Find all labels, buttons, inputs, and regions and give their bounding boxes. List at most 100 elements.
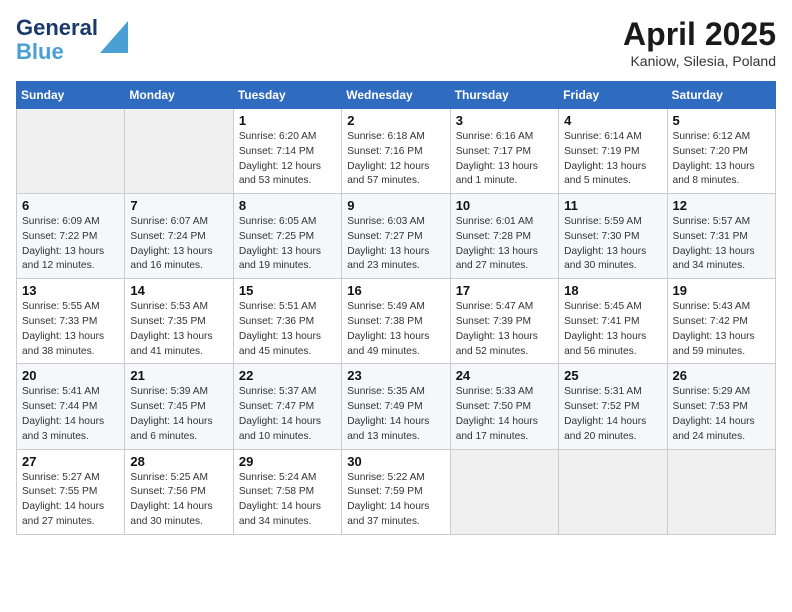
column-header-sunday: Sunday [17,82,125,109]
calendar-cell: 18 Sunrise: 5:45 AMSunset: 7:41 PMDayligh… [559,279,667,364]
column-header-wednesday: Wednesday [342,82,450,109]
calendar-cell: 11Sunrise: 5:59 AMSunset: 7:30 PMDayligh… [559,194,667,279]
calendar-cell: 15Sunrise: 5:51 AMSunset: 7:36 PMDayligh… [233,279,341,364]
calendar-cell: 24 Sunrise: 5:33 AMSunset: 7:50 PMDayligh… [450,364,558,449]
day-detail: Sunrise: 5:41 AMSunset: 7:44 PMDaylight:… [22,385,119,444]
logo-icon [100,17,128,53]
day-detail: Sunrise: 5:27 AMSunset: 7:55 PMDaylight:… [22,471,119,530]
column-header-saturday: Saturday [667,82,775,109]
day-number: 9 [347,198,444,213]
day-detail: Sunrise: 6:01 AMSunset: 7:28 PMDaylight:… [456,215,553,274]
calendar-cell: 21Sunrise: 5:39 AMSunset: 7:45 PMDayligh… [125,364,233,449]
day-number: 5 [673,113,770,128]
calendar-week-row: 20 Sunrise: 5:41 AMSunset: 7:44 PMDayligh… [17,364,776,449]
day-number: 13 [22,283,119,298]
calendar-week-row: 1 Sunrise: 6:20 AMSunset: 7:14 PMDaylight… [17,109,776,194]
day-detail: Sunrise: 6:20 AMSunset: 7:14 PMDaylight:… [239,130,336,189]
day-detail: Sunrise: 5:49 AMSunset: 7:38 PMDaylight:… [347,300,444,359]
calendar-cell: 8 Sunrise: 6:05 AMSunset: 7:25 PMDaylight… [233,194,341,279]
calendar-cell [450,449,558,534]
day-detail: Sunrise: 5:45 AMSunset: 7:41 PMDaylight:… [564,300,661,359]
day-detail: Sunrise: 5:37 AMSunset: 7:47 PMDaylight:… [239,385,336,444]
calendar-cell: 28Sunrise: 5:25 AMSunset: 7:56 PMDayligh… [125,449,233,534]
calendar-cell: 20 Sunrise: 5:41 AMSunset: 7:44 PMDayligh… [17,364,125,449]
day-number: 30 [347,454,444,469]
calendar-cell [667,449,775,534]
calendar-cell: 5 Sunrise: 6:12 AMSunset: 7:20 PMDaylight… [667,109,775,194]
day-number: 14 [130,283,227,298]
day-number: 26 [673,368,770,383]
day-detail: Sunrise: 5:57 AMSunset: 7:31 PMDaylight:… [673,215,770,274]
day-detail: Sunrise: 6:05 AMSunset: 7:25 PMDaylight:… [239,215,336,274]
day-number: 17 [456,283,553,298]
column-header-tuesday: Tuesday [233,82,341,109]
calendar-cell: 29 Sunrise: 5:24 AMSunset: 7:58 PMDayligh… [233,449,341,534]
calendar-cell: 22 Sunrise: 5:37 AMSunset: 7:47 PMDayligh… [233,364,341,449]
day-number: 27 [22,454,119,469]
day-number: 3 [456,113,553,128]
calendar-cell: 26 Sunrise: 5:29 AMSunset: 7:53 PMDayligh… [667,364,775,449]
title-block: April 2025 Kaniow, Silesia, Poland [623,16,776,69]
calendar-week-row: 27 Sunrise: 5:27 AMSunset: 7:55 PMDayligh… [17,449,776,534]
calendar-week-row: 6 Sunrise: 6:09 AMSunset: 7:22 PMDaylight… [17,194,776,279]
day-number: 1 [239,113,336,128]
calendar-cell: 12 Sunrise: 5:57 AMSunset: 7:31 PMDayligh… [667,194,775,279]
day-detail: Sunrise: 5:33 AMSunset: 7:50 PMDaylight:… [456,385,553,444]
calendar-cell: 4 Sunrise: 6:14 AMSunset: 7:19 PMDaylight… [559,109,667,194]
day-detail: Sunrise: 6:14 AMSunset: 7:19 PMDaylight:… [564,130,661,189]
day-detail: Sunrise: 5:25 AMSunset: 7:56 PMDaylight:… [130,471,227,530]
calendar-cell: 23 Sunrise: 5:35 AMSunset: 7:49 PMDayligh… [342,364,450,449]
day-detail: Sunrise: 5:24 AMSunset: 7:58 PMDaylight:… [239,471,336,530]
day-detail: Sunrise: 5:35 AMSunset: 7:49 PMDaylight:… [347,385,444,444]
logo-text: GeneralBlue [16,16,98,64]
day-number: 7 [130,198,227,213]
day-detail: Sunrise: 5:39 AMSunset: 7:45 PMDaylight:… [130,385,227,444]
column-header-monday: Monday [125,82,233,109]
calendar-cell: 27 Sunrise: 5:27 AMSunset: 7:55 PMDayligh… [17,449,125,534]
day-number: 29 [239,454,336,469]
day-number: 6 [22,198,119,213]
day-number: 23 [347,368,444,383]
day-detail: Sunrise: 5:43 AMSunset: 7:42 PMDaylight:… [673,300,770,359]
day-number: 15 [239,283,336,298]
calendar-cell: 9 Sunrise: 6:03 AMSunset: 7:27 PMDaylight… [342,194,450,279]
logo: GeneralBlue [16,16,128,64]
day-number: 8 [239,198,336,213]
month-year: April 2025 [623,16,776,53]
calendar-cell [559,449,667,534]
day-detail: Sunrise: 6:12 AMSunset: 7:20 PMDaylight:… [673,130,770,189]
calendar-cell: 19 Sunrise: 5:43 AMSunset: 7:42 PMDayligh… [667,279,775,364]
calendar-cell: 1 Sunrise: 6:20 AMSunset: 7:14 PMDaylight… [233,109,341,194]
day-number: 12 [673,198,770,213]
calendar-header-row: SundayMondayTuesdayWednesdayThursdayFrid… [17,82,776,109]
calendar-cell [125,109,233,194]
day-number: 4 [564,113,661,128]
calendar-week-row: 13Sunrise: 5:55 AMSunset: 7:33 PMDayligh… [17,279,776,364]
calendar-cell: 7 Sunrise: 6:07 AMSunset: 7:24 PMDaylight… [125,194,233,279]
day-detail: Sunrise: 6:18 AMSunset: 7:16 PMDaylight:… [347,130,444,189]
calendar-table: SundayMondayTuesdayWednesdayThursdayFrid… [16,81,776,535]
day-number: 20 [22,368,119,383]
column-header-thursday: Thursday [450,82,558,109]
day-number: 2 [347,113,444,128]
day-number: 18 [564,283,661,298]
calendar-cell: 2 Sunrise: 6:18 AMSunset: 7:16 PMDaylight… [342,109,450,194]
day-detail: Sunrise: 5:29 AMSunset: 7:53 PMDaylight:… [673,385,770,444]
day-detail: Sunrise: 6:07 AMSunset: 7:24 PMDaylight:… [130,215,227,274]
day-number: 10 [456,198,553,213]
day-detail: Sunrise: 6:03 AMSunset: 7:27 PMDaylight:… [347,215,444,274]
calendar-cell: 3 Sunrise: 6:16 AMSunset: 7:17 PMDaylight… [450,109,558,194]
day-number: 22 [239,368,336,383]
day-number: 24 [456,368,553,383]
calendar-cell [17,109,125,194]
day-detail: Sunrise: 5:53 AMSunset: 7:35 PMDaylight:… [130,300,227,359]
day-number: 19 [673,283,770,298]
calendar-cell: 10 Sunrise: 6:01 AMSunset: 7:28 PMDayligh… [450,194,558,279]
day-number: 11 [564,198,661,213]
calendar-cell: 14 Sunrise: 5:53 AMSunset: 7:35 PMDayligh… [125,279,233,364]
day-number: 16 [347,283,444,298]
day-number: 25 [564,368,661,383]
day-detail: Sunrise: 6:09 AMSunset: 7:22 PMDaylight:… [22,215,119,274]
calendar-cell: 13Sunrise: 5:55 AMSunset: 7:33 PMDayligh… [17,279,125,364]
day-detail: Sunrise: 6:16 AMSunset: 7:17 PMDaylight:… [456,130,553,189]
